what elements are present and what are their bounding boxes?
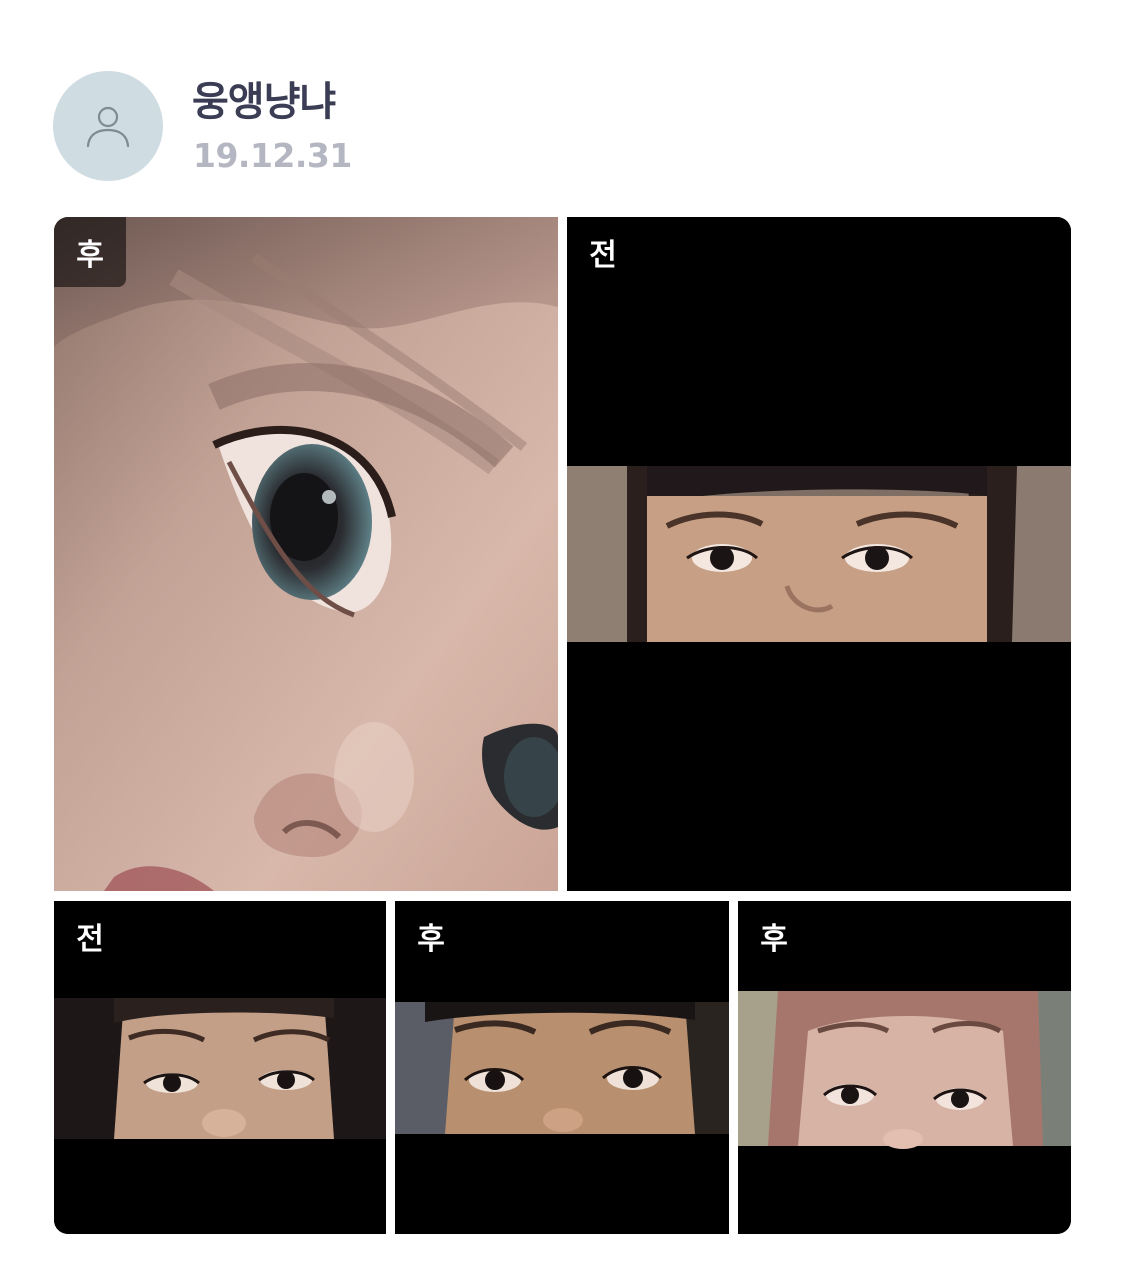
photo-label: 전 (589, 238, 617, 273)
photo-grid: 후 전 전 후 후 (54, 217, 1071, 1234)
person-outline-icon (86, 106, 130, 148)
photo-label: 전 (76, 922, 104, 957)
post-card: 웅앵냥냐 19.12.31 후 전 전 후 후 (0, 0, 1125, 1270)
post-date: 19.12.31 (193, 136, 352, 175)
photo-before-1[interactable]: 전 (567, 217, 1071, 891)
photo-label: 후 (417, 922, 445, 957)
author-name[interactable]: 웅앵냥냐 (192, 78, 336, 126)
photo-label: 후 (760, 922, 788, 957)
before-face-image (567, 217, 1071, 891)
avatar[interactable] (53, 71, 163, 181)
photo-label: 후 (54, 217, 126, 287)
photo-after-2[interactable]: 후 (395, 901, 729, 1234)
photo-after-closeup[interactable]: 후 (54, 217, 558, 891)
photo-after-3[interactable]: 후 (738, 901, 1071, 1234)
closeup-face-image (54, 217, 558, 891)
photo-before-2[interactable]: 전 (54, 901, 386, 1234)
